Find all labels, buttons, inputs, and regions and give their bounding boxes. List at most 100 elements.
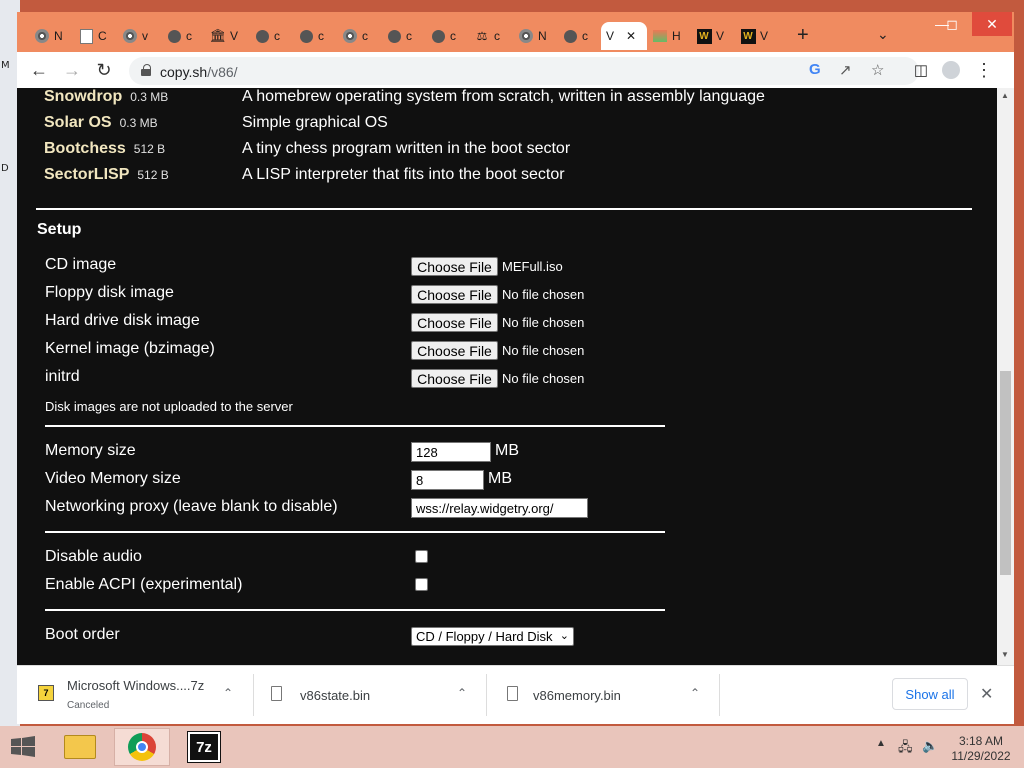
download-item[interactable]: 7 Microsoft Windows....7z Canceled ⌃ [17, 666, 253, 724]
memory-size-input[interactable]: 128 [411, 442, 491, 462]
close-window-button[interactable]: ✕ [972, 12, 1012, 36]
chrome-taskbar-button[interactable] [114, 728, 170, 766]
browser-tab[interactable]: V ✕ [601, 22, 647, 50]
proxy-label: Networking proxy (leave blank to disable… [45, 498, 338, 515]
choose-file-button[interactable]: Choose File [411, 341, 498, 360]
os-list-row[interactable]: SectorLISP 512 B A LISP interpreter that f… [17, 166, 977, 190]
choose-file-button[interactable]: Choose File [411, 285, 498, 304]
os-size: 512 B [137, 168, 169, 182]
scroll-down-arrow-icon[interactable]: ▼ [1001, 650, 1009, 659]
file-input-label: Floppy disk image [45, 284, 174, 301]
os-list-row[interactable]: Bootchess 512 B A tiny chess program writt… [17, 140, 977, 164]
os-description: A homebrew operating system from scratch… [242, 88, 765, 105]
choose-file-button[interactable]: Choose File [411, 257, 498, 276]
video-memory-input[interactable]: 8 [411, 470, 484, 490]
browser-tab[interactable]: ⚖ c [469, 22, 513, 50]
divider [45, 531, 665, 533]
browser-tab[interactable]: c [161, 22, 205, 50]
globe-icon [166, 28, 182, 44]
system-clock[interactable]: 3:18 AM 11/29/2022 [951, 734, 1011, 764]
os-name[interactable]: Snowdrop 0.3 MB [44, 88, 168, 106]
browser-tab[interactable]: H [647, 22, 691, 50]
os-name[interactable]: Bootchess 512 B [44, 140, 165, 158]
browser-tab[interactable]: WV [735, 22, 779, 50]
file-explorer-button[interactable] [52, 728, 108, 766]
start-button[interactable] [8, 735, 38, 759]
globe-icon [298, 28, 314, 44]
chevron-up-icon[interactable]: ⌃ [690, 686, 700, 700]
browser-tab[interactable]: N [513, 22, 557, 50]
divider [36, 208, 972, 210]
7zip-taskbar-button[interactable]: 7z [176, 728, 232, 766]
share-icon[interactable]: ↗ [839, 61, 852, 79]
tray-expand-icon[interactable]: ▲ [876, 738, 886, 749]
desktop-icon-fragment[interactable]: M [1, 60, 10, 71]
back-arrow-icon[interactable]: ← [27, 58, 51, 82]
download-item[interactable]: v86state.bin ⌃ [254, 666, 486, 724]
os-name[interactable]: Solar OS 0.3 MB [44, 114, 158, 132]
tab-title: v [142, 29, 148, 43]
choose-file-button[interactable]: Choose File [411, 369, 498, 388]
download-name: v86state.bin [300, 688, 371, 703]
maximize-button[interactable]: ◻ [932, 12, 972, 36]
boot-order-select[interactable]: CD / Floppy / Hard Disk ⌄ [411, 627, 574, 646]
os-list-row[interactable]: Solar OS 0.3 MB Simple graphical OS [17, 114, 977, 138]
7zip-icon: 7z [187, 731, 221, 763]
menu-kebab-icon[interactable]: ⋮ [972, 58, 996, 82]
url-text[interactable]: copy.sh/v86/ [160, 64, 238, 80]
side-panel-icon[interactable]: ◫ [909, 58, 933, 82]
browser-tab[interactable]: v [117, 22, 161, 50]
network-icon[interactable]: 🖧 [898, 738, 913, 760]
desktop-icon-fragment[interactable]: D [1, 163, 9, 174]
browser-tab[interactable]: N [29, 22, 73, 50]
download-name: v86memory.bin [533, 688, 621, 703]
enable-acpi-checkbox[interactable] [415, 578, 428, 591]
browser-tab[interactable]: c [425, 22, 469, 50]
browser-tab[interactable]: c [381, 22, 425, 50]
tab-title: V [230, 29, 239, 43]
url-path: /v86/ [207, 64, 238, 80]
lock-icon[interactable] [141, 64, 151, 77]
os-list-row[interactable]: Snowdrop 0.3 MB A homebrew operating syste… [17, 88, 977, 112]
choose-file-button[interactable]: Choose File [411, 313, 498, 332]
reload-icon[interactable]: ↻ [92, 58, 116, 82]
globe-icon [562, 28, 578, 44]
tab-title: c [318, 29, 324, 43]
os-size: 512 B [133, 142, 166, 156]
disable-audio-checkbox[interactable] [415, 550, 428, 563]
new-tab-button[interactable]: + [797, 24, 809, 47]
page-icon [78, 28, 94, 44]
close-tab-icon[interactable]: ✕ [626, 29, 636, 43]
browser-tab[interactable]: c [249, 22, 293, 50]
close-icon[interactable]: ✕ [980, 684, 993, 704]
download-item[interactable]: v86memory.bin ⌃ [487, 666, 719, 724]
google-lens-icon[interactable]: G [809, 61, 821, 78]
browser-tab[interactable]: c [337, 22, 381, 50]
proxy-input[interactable]: wss://relay.widgetry.org/ [411, 498, 588, 518]
address-bar[interactable]: copy.sh/v86/ G ↗ ☆ [129, 57, 919, 85]
scroll-up-arrow-icon[interactable]: ▲ [1001, 91, 1009, 100]
forward-arrow-icon[interactable]: → [60, 58, 84, 82]
globe-icon [386, 28, 402, 44]
windows-logo-icon [11, 736, 35, 757]
browser-tab[interactable]: c [293, 22, 337, 50]
file-input-label: Kernel image (bzimage) [45, 340, 215, 357]
os-name[interactable]: SectorLISP 512 B [44, 166, 169, 184]
tab-search-chevron-icon[interactable]: ⌄ [877, 26, 889, 43]
show-all-button[interactable]: Show all [892, 678, 968, 710]
chevron-up-icon[interactable]: ⌃ [457, 686, 467, 700]
tab-title: c [406, 29, 412, 43]
browser-tab[interactable]: C [73, 22, 117, 50]
bookmark-star-icon[interactable]: ☆ [871, 61, 884, 79]
chevron-up-icon[interactable]: ⌃ [223, 686, 233, 700]
tab-title: N [538, 29, 547, 43]
page-scrollbar[interactable]: ▲ ▼ [997, 88, 1014, 665]
page-content: Snowdrop 0.3 MB A homebrew operating syste… [17, 88, 997, 665]
browser-tab[interactable]: c [557, 22, 601, 50]
browser-tab[interactable]: 🏛 V [205, 22, 249, 50]
chrome-icon [34, 28, 50, 44]
browser-tab[interactable]: WV [691, 22, 735, 50]
scrollbar-thumb[interactable] [1000, 371, 1011, 575]
volume-icon[interactable]: 🔈 [922, 738, 938, 754]
profile-avatar-icon[interactable] [939, 58, 963, 82]
